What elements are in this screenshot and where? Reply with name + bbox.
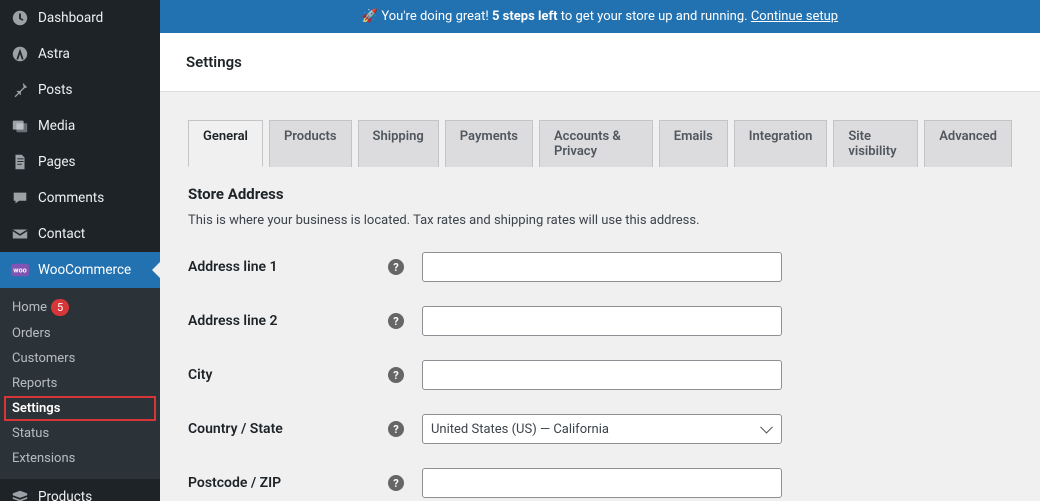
tab-shipping[interactable]: Shipping [358, 120, 439, 167]
sidebar-item-label: Astra [38, 46, 70, 62]
submenu-item-status[interactable]: Status [0, 421, 160, 446]
select-value: United States (US) — California [431, 422, 609, 437]
row-city: City ? [188, 360, 1012, 390]
products-icon [10, 487, 30, 501]
rocket-icon: 🚀 [362, 9, 378, 24]
continue-setup-link[interactable]: Continue setup [751, 9, 838, 24]
help-icon[interactable]: ? [388, 475, 404, 491]
pin-icon [10, 80, 30, 100]
sidebar-item-pages[interactable]: Pages [0, 144, 160, 180]
media-icon [10, 116, 30, 136]
help-icon[interactable]: ? [388, 259, 404, 275]
sidebar-item-dashboard[interactable]: Dashboard [0, 0, 160, 36]
dashboard-icon [10, 8, 30, 28]
tab-advanced[interactable]: Advanced [924, 120, 1012, 167]
sidebar-item-label: Comments [38, 190, 104, 206]
submenu-label: Reports [12, 376, 57, 391]
tab-site-visibility[interactable]: Site visibility [833, 120, 918, 167]
sidebar-item-astra[interactable]: Astra [0, 36, 160, 72]
postcode-input[interactable] [422, 468, 782, 498]
submenu-item-settings[interactable]: Settings [4, 396, 156, 421]
sidebar-item-label: WooCommerce [38, 262, 131, 278]
label-city: City [188, 367, 388, 383]
row-country: Country / State ? United States (US) — C… [188, 414, 1012, 444]
comments-icon [10, 188, 30, 208]
banner-bold: 5 steps left [492, 9, 558, 24]
tab-integration[interactable]: Integration [734, 120, 828, 167]
row-address1: Address line 1 ? [188, 252, 1012, 282]
label-address1: Address line 1 [188, 259, 388, 275]
tab-products[interactable]: Products [269, 120, 352, 167]
submenu-item-home[interactable]: Home 5 [0, 294, 160, 321]
section-description: This is where your business is located. … [188, 213, 1012, 228]
label-postcode: Postcode / ZIP [188, 475, 388, 491]
submenu-item-customers[interactable]: Customers [0, 346, 160, 371]
help-icon[interactable]: ? [388, 313, 404, 329]
badge-count: 5 [51, 299, 69, 316]
sidebar-item-label: Posts [38, 82, 72, 98]
submenu-item-orders[interactable]: Orders [0, 321, 160, 346]
help-icon[interactable]: ? [388, 421, 404, 437]
tab-emails[interactable]: Emails [659, 120, 728, 167]
page-title: Settings [186, 53, 1014, 71]
page-header: Settings [160, 33, 1040, 92]
label-country: Country / State [188, 421, 388, 437]
sidebar-item-label: Products [38, 489, 92, 501]
submenu-label: Status [12, 426, 49, 441]
sidebar-item-label: Dashboard [38, 10, 103, 26]
main-area: 🚀 You're doing great! 5 steps left to ge… [160, 0, 1040, 501]
woocommerce-icon: woo [10, 260, 30, 280]
submenu-label: Home [12, 300, 47, 315]
submenu-label: Settings [12, 401, 60, 416]
sidebar-item-products[interactable]: Products [0, 479, 160, 501]
banner-suffix: to get your store up and running. [561, 9, 748, 24]
admin-sidebar: Dashboard Astra Posts Media Pages Commen… [0, 0, 160, 501]
sidebar-item-comments[interactable]: Comments [0, 180, 160, 216]
sidebar-item-label: Contact [38, 226, 85, 242]
sidebar-item-media[interactable]: Media [0, 108, 160, 144]
sidebar-item-contact[interactable]: Contact [0, 216, 160, 252]
pages-icon [10, 152, 30, 172]
tab-general[interactable]: General [188, 120, 263, 167]
submenu-item-extensions[interactable]: Extensions [0, 446, 160, 471]
sidebar-item-label: Media [38, 118, 75, 134]
submenu-label: Orders [12, 326, 51, 341]
astra-icon [10, 44, 30, 64]
address1-input[interactable] [422, 252, 782, 282]
settings-tabs: General Products Shipping Payments Accou… [188, 120, 1012, 167]
address2-input[interactable] [422, 306, 782, 336]
svg-text:woo: woo [13, 266, 26, 275]
submenu-label: Extensions [12, 451, 75, 466]
sidebar-item-posts[interactable]: Posts [0, 72, 160, 108]
sidebar-item-label: Pages [38, 154, 76, 170]
content: General Products Shipping Payments Accou… [160, 92, 1040, 501]
country-state-select[interactable]: United States (US) — California [422, 414, 782, 444]
row-postcode: Postcode / ZIP ? [188, 468, 1012, 498]
banner-prefix: You're doing great! [381, 9, 488, 24]
label-address2: Address line 2 [188, 313, 388, 329]
tab-accounts-privacy[interactable]: Accounts & Privacy [539, 120, 653, 167]
help-icon[interactable]: ? [388, 367, 404, 383]
setup-banner: 🚀 You're doing great! 5 steps left to ge… [160, 0, 1040, 33]
envelope-icon [10, 224, 30, 244]
tab-payments[interactable]: Payments [445, 120, 533, 167]
city-input[interactable] [422, 360, 782, 390]
sidebar-submenu-woocommerce: Home 5 Orders Customers Reports Settings… [0, 288, 160, 479]
submenu-label: Customers [12, 351, 75, 366]
row-address2: Address line 2 ? [188, 306, 1012, 336]
sidebar-item-woocommerce[interactable]: woo WooCommerce [0, 252, 160, 288]
submenu-item-reports[interactable]: Reports [0, 371, 160, 396]
section-title: Store Address [188, 185, 1012, 203]
